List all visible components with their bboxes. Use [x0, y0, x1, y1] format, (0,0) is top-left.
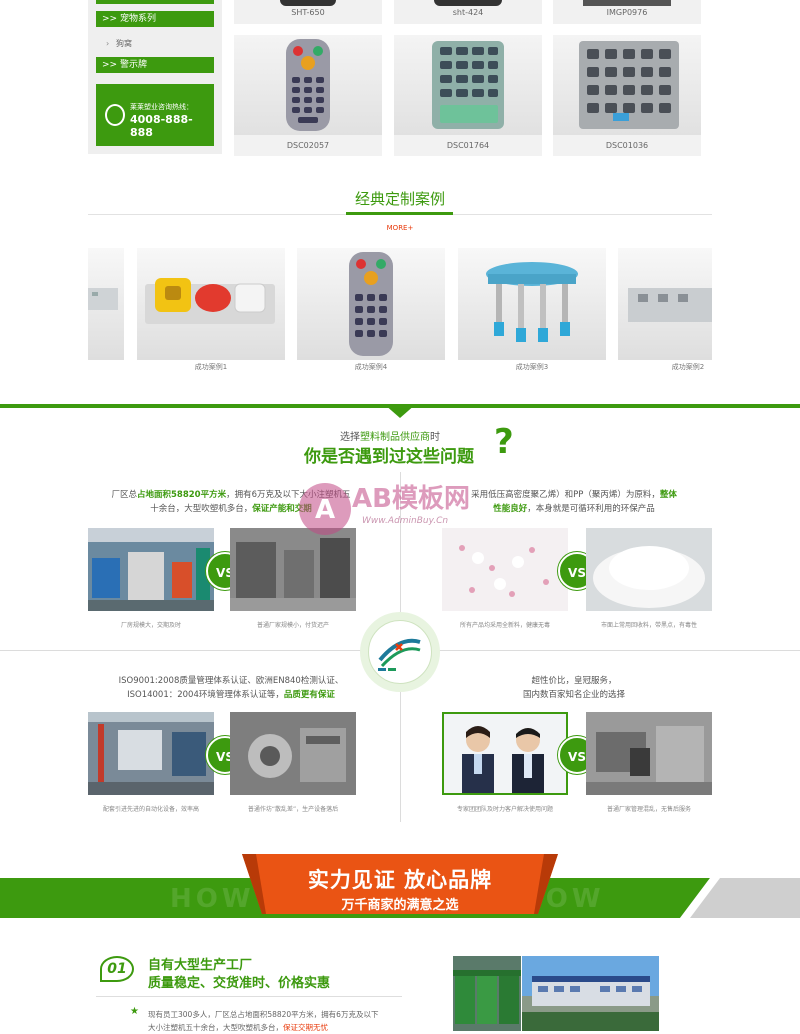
product-image: [280, 0, 336, 6]
question-line1: 选择塑料制品供应商时: [340, 428, 440, 443]
case-caption: 成功案例1: [194, 363, 228, 371]
b4-t1: 超性价比，皇冠服务，: [531, 676, 617, 686]
svg-text:A: A: [315, 495, 335, 525]
separator-arrow: [384, 404, 416, 418]
case-card[interactable]: 成功案例4: [297, 248, 445, 376]
factory-subtitle: 质量稳定、交货准时、价格实惠: [148, 976, 331, 991]
divider: [96, 996, 402, 997]
title-underline: [346, 212, 453, 215]
sidebar-item-pet-series[interactable]: >> 宠物系列: [96, 11, 214, 27]
product-card[interactable]: sht-424: [394, 0, 542, 24]
product-image: [394, 35, 542, 135]
question-mark-icon: ?: [494, 422, 514, 462]
b3-t2-highlight: 品质更有保证: [283, 690, 335, 700]
b1-caption-right: 普通厂家规模小，付货迟产: [256, 622, 329, 629]
case-image: [618, 248, 712, 360]
b3-t1: ISO9001:2008质量管理体系认证、欧洲EN840检测认证、: [118, 676, 344, 686]
factory-title: 自有大型生产工厂: [148, 958, 253, 973]
b2-caption-right: 市面上常用回收料，带黑点，有毒性: [600, 622, 697, 629]
case-card[interactable]: 成功案例2: [618, 248, 712, 376]
factory-photo: [88, 528, 214, 611]
messy-factory-photo: [586, 712, 712, 795]
b2-t2: ，本身就是可循环利用的环保产品: [527, 504, 655, 514]
factory-number-badge: 01: [100, 956, 134, 982]
block3-text: ISO9001:2008质量管理体系认证、欧洲EN840检测认证、 ISO140…: [88, 674, 374, 702]
b3-t2: ISO14001：2004环境管理体系认证等，: [127, 690, 284, 700]
product-image: [583, 0, 671, 6]
b1-t1: 厂区总: [111, 490, 137, 500]
sidebar-top-bar: [96, 0, 214, 4]
product-card[interactable]: DSC02057: [234, 35, 382, 156]
case-image: [137, 248, 285, 360]
banner-title: 实力见证 放心品牌: [307, 868, 493, 892]
product-caption: DSC01764: [394, 135, 542, 156]
factory-desc: 现有员工300多人，厂区总占地面积58820平方米，拥有6万克及以下 大小注塑机…: [148, 1008, 408, 1034]
watermark: A AB模板网 Www.AdminBuy.Cn: [296, 476, 516, 550]
hotline-number: 4008-888-888: [130, 113, 193, 139]
classic-title: 经典定制案例: [354, 190, 445, 208]
product-image: [434, 0, 502, 6]
more-link[interactable]: MORE+: [0, 224, 800, 232]
product-card[interactable]: IMGP0976: [553, 0, 701, 24]
product-image: [234, 35, 382, 135]
case-card[interactable]: 成功案例3: [458, 248, 606, 376]
product-caption: SHT-650: [291, 8, 325, 17]
product-card[interactable]: SHT-650: [234, 0, 382, 24]
b2-caption-left: 所有产品均采用全新料，健康无毒: [459, 622, 550, 629]
product-caption: DSC02057: [234, 135, 382, 156]
sidebar: >> 宠物系列 狗窝 >> 警示牌 莱莱塑业咨询热线： 4008-888-888: [88, 0, 222, 154]
factory-desc-line1: 现有员工300多人，厂区总占地面积58820平方米，拥有6万克及以下: [148, 1010, 379, 1019]
b4-caption-right: 普通厂家管理混乱，无售后服务: [606, 806, 691, 813]
case-image-partial[interactable]: [88, 248, 124, 360]
case-caption: 成功案例4: [354, 363, 388, 371]
case-card[interactable]: 成功案例1: [137, 248, 285, 376]
b1-t2: 十余台，大型吹塑机多台，: [150, 504, 253, 514]
logo-icon: [378, 638, 421, 671]
bins-photo: [453, 956, 521, 1031]
block4-text: 超性价比，皇冠服务， 国内数百家知名企业的选择: [436, 674, 712, 702]
case-caption: 成功案例2: [671, 363, 705, 371]
phone-icon: [105, 104, 125, 126]
b1-caption-left: 厂房规模大，交期及时: [120, 622, 181, 629]
product-caption: IMGP0976: [606, 8, 648, 17]
watermark-logo-icon: A: [299, 483, 351, 535]
product-card[interactable]: DSC01036: [553, 35, 701, 156]
automation-photo: [88, 712, 214, 795]
recycled-material-photo: [586, 528, 712, 611]
case-image: [458, 248, 606, 360]
watermark-brand: AB模板网: [352, 484, 470, 514]
hotline-label: 莱莱塑业咨询热线：: [130, 103, 193, 111]
product-caption: sht-424: [452, 8, 484, 17]
sidebar-item-warning-sign[interactable]: >> 警示牌: [96, 57, 214, 73]
question-title: 你是否遇到过这些问题: [304, 447, 474, 467]
b4-caption-left: 专家团团队及时力客户解决使用问题: [456, 806, 553, 813]
product-caption: DSC01036: [553, 135, 701, 156]
case-image: [297, 248, 445, 360]
service-team-photo: [442, 712, 568, 795]
case-caption: 成功案例3: [515, 363, 549, 371]
hotline-box: 莱莱塑业咨询热线： 4008-888-888: [96, 84, 214, 146]
factory-building-photo: [522, 956, 659, 1031]
sidebar-item-dog-kennel[interactable]: 狗窝: [96, 34, 214, 54]
workshop-photo: [230, 712, 356, 795]
b3-caption-right: 普通作坊“散乱差”，生产设备落后: [247, 806, 339, 813]
watermark-url: Www.AdminBuy.Cn: [362, 516, 449, 526]
b4-t2: 国内数百家知名企业的选择: [522, 690, 625, 700]
banner-gray-corner: [680, 878, 800, 918]
product-image: [553, 35, 701, 135]
b3-caption-left: 配套引进先进的自动化设备，效率高: [102, 806, 199, 813]
b2-t1-highlight: 整体: [659, 490, 677, 500]
product-card[interactable]: DSC01764: [394, 35, 542, 156]
b1-t1-highlight: 占地面积58820平方米: [137, 490, 227, 500]
banner-subtitle: 万千商家的满意之选: [341, 898, 459, 913]
star-icon: ★: [130, 1006, 139, 1017]
